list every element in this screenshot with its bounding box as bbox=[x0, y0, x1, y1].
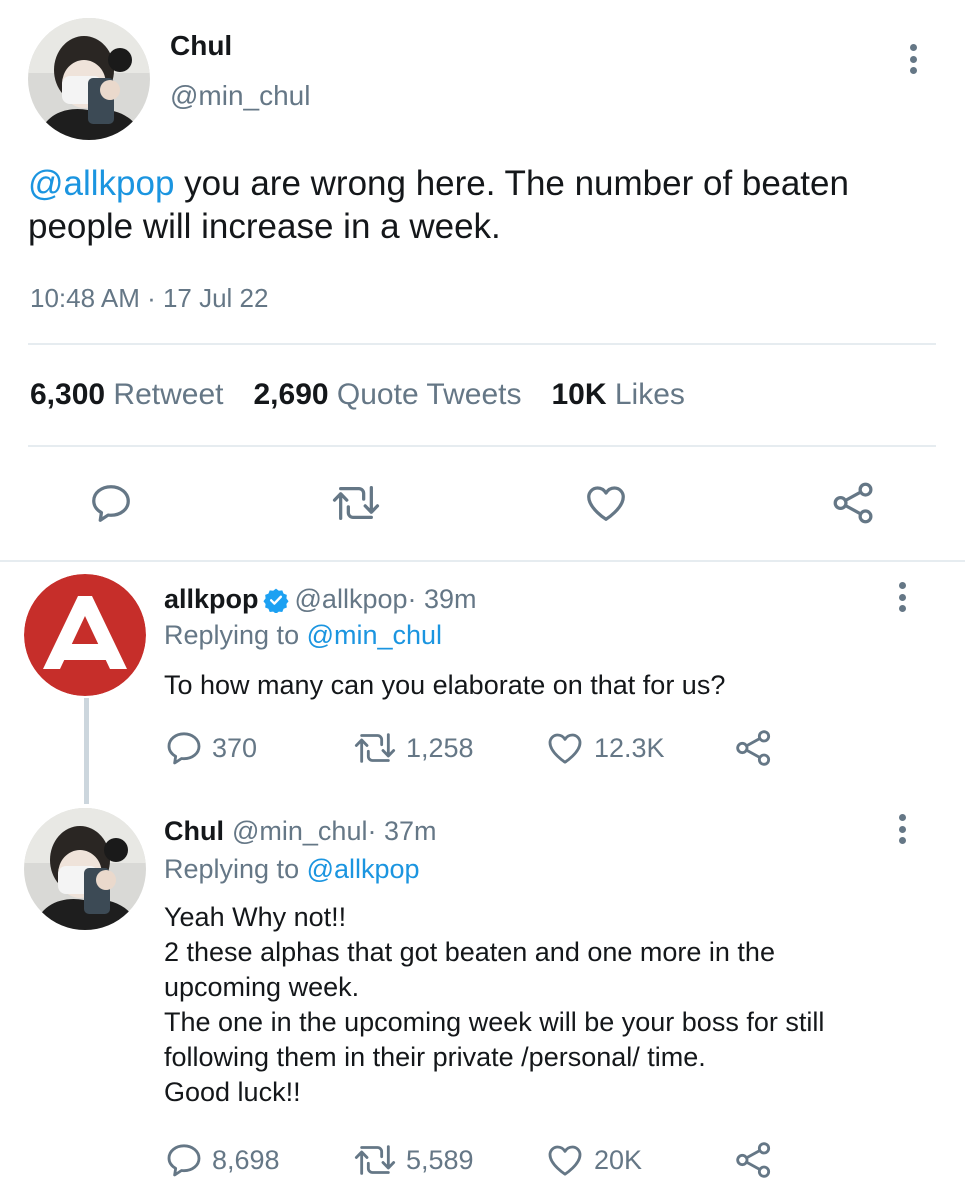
main-tweet-text: @allkpop you are wrong here. The number … bbox=[28, 162, 928, 248]
reply-author-handle[interactable]: @allkpop bbox=[295, 584, 408, 615]
reply-count: 8,698 bbox=[212, 1144, 280, 1175]
reply-actions: 8,698 5,589 20K bbox=[164, 1140, 804, 1180]
reply-author-handle[interactable]: @min_chul bbox=[232, 816, 367, 847]
reply-age[interactable]: · 37m bbox=[367, 816, 436, 847]
section-divider bbox=[0, 560, 965, 562]
share-icon[interactable] bbox=[830, 480, 878, 531]
like-icon bbox=[548, 733, 582, 764]
like-count: 20K bbox=[594, 1144, 643, 1175]
retweet-button[interactable]: 5,589 bbox=[352, 1140, 474, 1180]
replying-to-link[interactable]: @min_chul bbox=[307, 620, 442, 650]
tweet-stats: 6,300 Retweet 2,690 Quote Tweets 10K Lik… bbox=[30, 378, 715, 412]
reply-author-name[interactable]: allkpop bbox=[164, 584, 259, 615]
like-icon[interactable] bbox=[582, 480, 630, 531]
divider bbox=[28, 343, 936, 345]
share-button[interactable] bbox=[734, 728, 774, 768]
allkpop-avatar[interactable] bbox=[24, 574, 146, 696]
reply-icon[interactable] bbox=[88, 480, 134, 531]
like-icon bbox=[548, 1145, 582, 1176]
verified-badge-icon bbox=[262, 587, 289, 613]
like-count: 12.3K bbox=[594, 732, 665, 763]
retweet-count: 1,258 bbox=[406, 732, 474, 763]
main-author-name[interactable]: Chul bbox=[170, 30, 232, 62]
reply-icon bbox=[167, 732, 201, 765]
retweet-stat[interactable]: 6,300 Retweet bbox=[30, 378, 223, 412]
likes-count: 10K bbox=[551, 378, 607, 411]
reply-button[interactable]: 8,698 bbox=[164, 1140, 280, 1180]
reply-actions: 370 1,258 12.3K bbox=[164, 728, 804, 768]
replying-to: Replying to @allkpop bbox=[164, 854, 420, 885]
like-button[interactable]: 20K bbox=[544, 1140, 642, 1180]
retweet-icon bbox=[354, 733, 396, 763]
reply-text-line: Yeah Why not!! bbox=[164, 902, 347, 932]
share-icon bbox=[736, 730, 771, 766]
replying-label: Replying to bbox=[164, 620, 307, 650]
share-button[interactable] bbox=[734, 1140, 774, 1180]
divider bbox=[28, 445, 936, 447]
reply-icon bbox=[167, 1144, 201, 1177]
reply-count: 370 bbox=[212, 732, 258, 763]
retweet-icon bbox=[354, 1145, 396, 1175]
quote-stat[interactable]: 2,690 Quote Tweets bbox=[253, 378, 521, 412]
reply-button[interactable]: 370 bbox=[164, 728, 257, 768]
reply-text-line: Good luck!! bbox=[164, 1077, 301, 1107]
replying-to: Replying to @min_chul bbox=[164, 620, 442, 651]
replying-to-link[interactable]: @allkpop bbox=[307, 854, 420, 884]
reply-age[interactable]: · 39m bbox=[408, 584, 477, 615]
likes-label: Likes bbox=[614, 378, 685, 411]
reply-text-line: 2 these alphas that got beaten and one m… bbox=[164, 937, 775, 967]
reply-text: Yeah Why not!! 2 these alphas that got b… bbox=[164, 900, 924, 1110]
share-icon bbox=[736, 1142, 771, 1178]
mention-link[interactable]: @allkpop bbox=[28, 164, 174, 203]
retweet-count: 6,300 bbox=[30, 378, 106, 411]
more-options-icon[interactable] bbox=[897, 814, 907, 844]
more-options-icon[interactable] bbox=[897, 582, 907, 612]
retweet-label: Retweet bbox=[113, 378, 224, 411]
main-tweet-actions bbox=[0, 480, 965, 528]
retweet-icon[interactable] bbox=[330, 480, 382, 531]
reply-text: To how many can you elaborate on that fo… bbox=[164, 670, 726, 700]
main-tweet-timestamp[interactable]: 10:48 AM · 17 Jul 22 bbox=[30, 283, 268, 314]
reply-text-line: upcoming week. bbox=[164, 972, 360, 1002]
main-author-avatar[interactable] bbox=[28, 18, 150, 140]
retweet-button[interactable]: 1,258 bbox=[352, 728, 474, 768]
quote-count: 2,690 bbox=[253, 378, 329, 411]
more-options-icon[interactable] bbox=[908, 44, 918, 74]
reply-text-line: The one in the upcoming week will be you… bbox=[164, 1007, 825, 1037]
reply-text-line: following them in their private /persona… bbox=[164, 1042, 706, 1072]
like-button[interactable]: 12.3K bbox=[544, 728, 665, 768]
reply-header: allkpop @allkpop · 39m bbox=[164, 584, 477, 615]
reply-author-name[interactable]: Chul bbox=[164, 816, 224, 847]
thread-connector bbox=[84, 698, 89, 804]
likes-stat[interactable]: 10K Likes bbox=[551, 378, 684, 412]
main-author-handle[interactable]: @min_chul bbox=[170, 80, 310, 112]
reply-author-avatar[interactable] bbox=[24, 808, 146, 930]
retweet-count: 5,589 bbox=[406, 1144, 474, 1175]
reply-header: Chul @min_chul · 37m bbox=[164, 816, 437, 847]
quote-label: Quote Tweets bbox=[336, 378, 522, 411]
replying-label: Replying to bbox=[164, 854, 307, 884]
